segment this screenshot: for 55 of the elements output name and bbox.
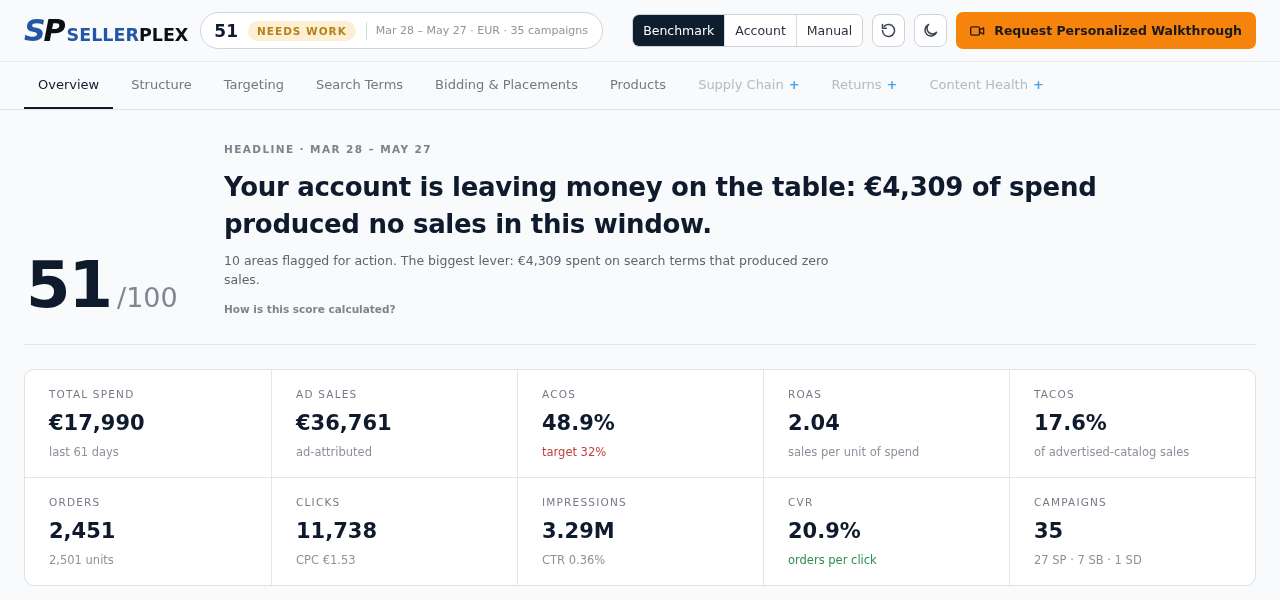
eyebrow-label: HEADLINE · MAR 28 – MAY 27 [224, 143, 433, 155]
nav-tab[interactable]: Search Terms [302, 62, 418, 109]
view-toggle-option[interactable]: Benchmark [633, 15, 725, 46]
metric-label: AD SALES [296, 387, 359, 402]
metric-label: IMPRESSIONS [542, 495, 628, 510]
metric-note: target 32% [542, 444, 608, 460]
metric-value: 11,738 [296, 518, 379, 545]
metric-label: ACOS [542, 387, 578, 402]
metric-note: 27 SP · 7 SB · 1 SD [1034, 552, 1143, 568]
metric-note: sales per unit of spend [788, 444, 921, 460]
metric-value: 48.9% [542, 410, 616, 437]
summary-text: 10 areas flagged for action. The biggest lever: €4,309 spent on search terms that produced zero sales. [224, 252, 830, 289]
report-meta: Mar 28 – May 27 · EUR · 35 campaigns [375, 24, 588, 37]
metric-note: orders per click [788, 552, 878, 568]
metric-value: 17.6% [1034, 410, 1108, 437]
metric-label: CLICKS [296, 495, 342, 510]
metric-label: ROAS [788, 387, 824, 402]
metric-label: CAMPAIGNS [1034, 495, 1108, 510]
theme-button[interactable] [914, 14, 948, 47]
metric-value: €36,761 [296, 410, 393, 437]
metric-value: 2.04 [788, 410, 841, 437]
circular-arrow-icon [881, 23, 897, 38]
metric-note: CTR 0.36% [542, 552, 607, 568]
video-camera-icon [970, 25, 986, 36]
nav-tab[interactable]: Structure [117, 62, 206, 109]
nav-tab[interactable]: Targeting [209, 62, 299, 109]
status-badge: NEEDS WORK [248, 20, 356, 41]
score-info-link[interactable]: How is this score calculated? [224, 303, 396, 315]
logo-mark: SP [24, 15, 64, 46]
view-toggle-option[interactable]: Manual [795, 15, 863, 46]
nav-tab[interactable]: Products [596, 62, 681, 109]
score-value: 51 [214, 20, 238, 41]
metric-note: 2,501 units [49, 552, 115, 568]
metric-label: TACOS [1034, 387, 1076, 402]
metric-note: of advertised-catalog sales [1034, 444, 1191, 460]
moon-icon [923, 23, 939, 38]
logo-wordmark: SELLERPLEX [66, 26, 189, 44]
metric-value: 3.29M [542, 518, 616, 545]
nav-tab[interactable]: Bidding & Placements [421, 62, 592, 109]
headline: Your account is leaving money on the table: €4,309 of spend produced no sales in this window. [224, 171, 1098, 241]
metric-label: ORDERS [49, 495, 102, 510]
reset-button[interactable] [872, 14, 906, 47]
metric-label: TOTAL SPEND [49, 387, 136, 402]
metric-value: 2,451 [49, 518, 117, 545]
metric-label: CVR [788, 495, 815, 510]
metric-note: CPC €1.53 [296, 552, 357, 568]
walkthrough-button[interactable]: Request Personalized Walkthrough [956, 12, 1256, 49]
metric-value: €17,990 [49, 410, 146, 437]
nav-tab[interactable]: Overview [24, 62, 114, 109]
metric-note: ad-attributed [296, 444, 373, 460]
score-max: /100 [117, 284, 178, 311]
metric-value: 20.9% [788, 518, 862, 545]
metric-value: 35 [1034, 518, 1065, 545]
score-number: 51 [26, 253, 112, 317]
metric-note: last 61 days [49, 444, 120, 460]
